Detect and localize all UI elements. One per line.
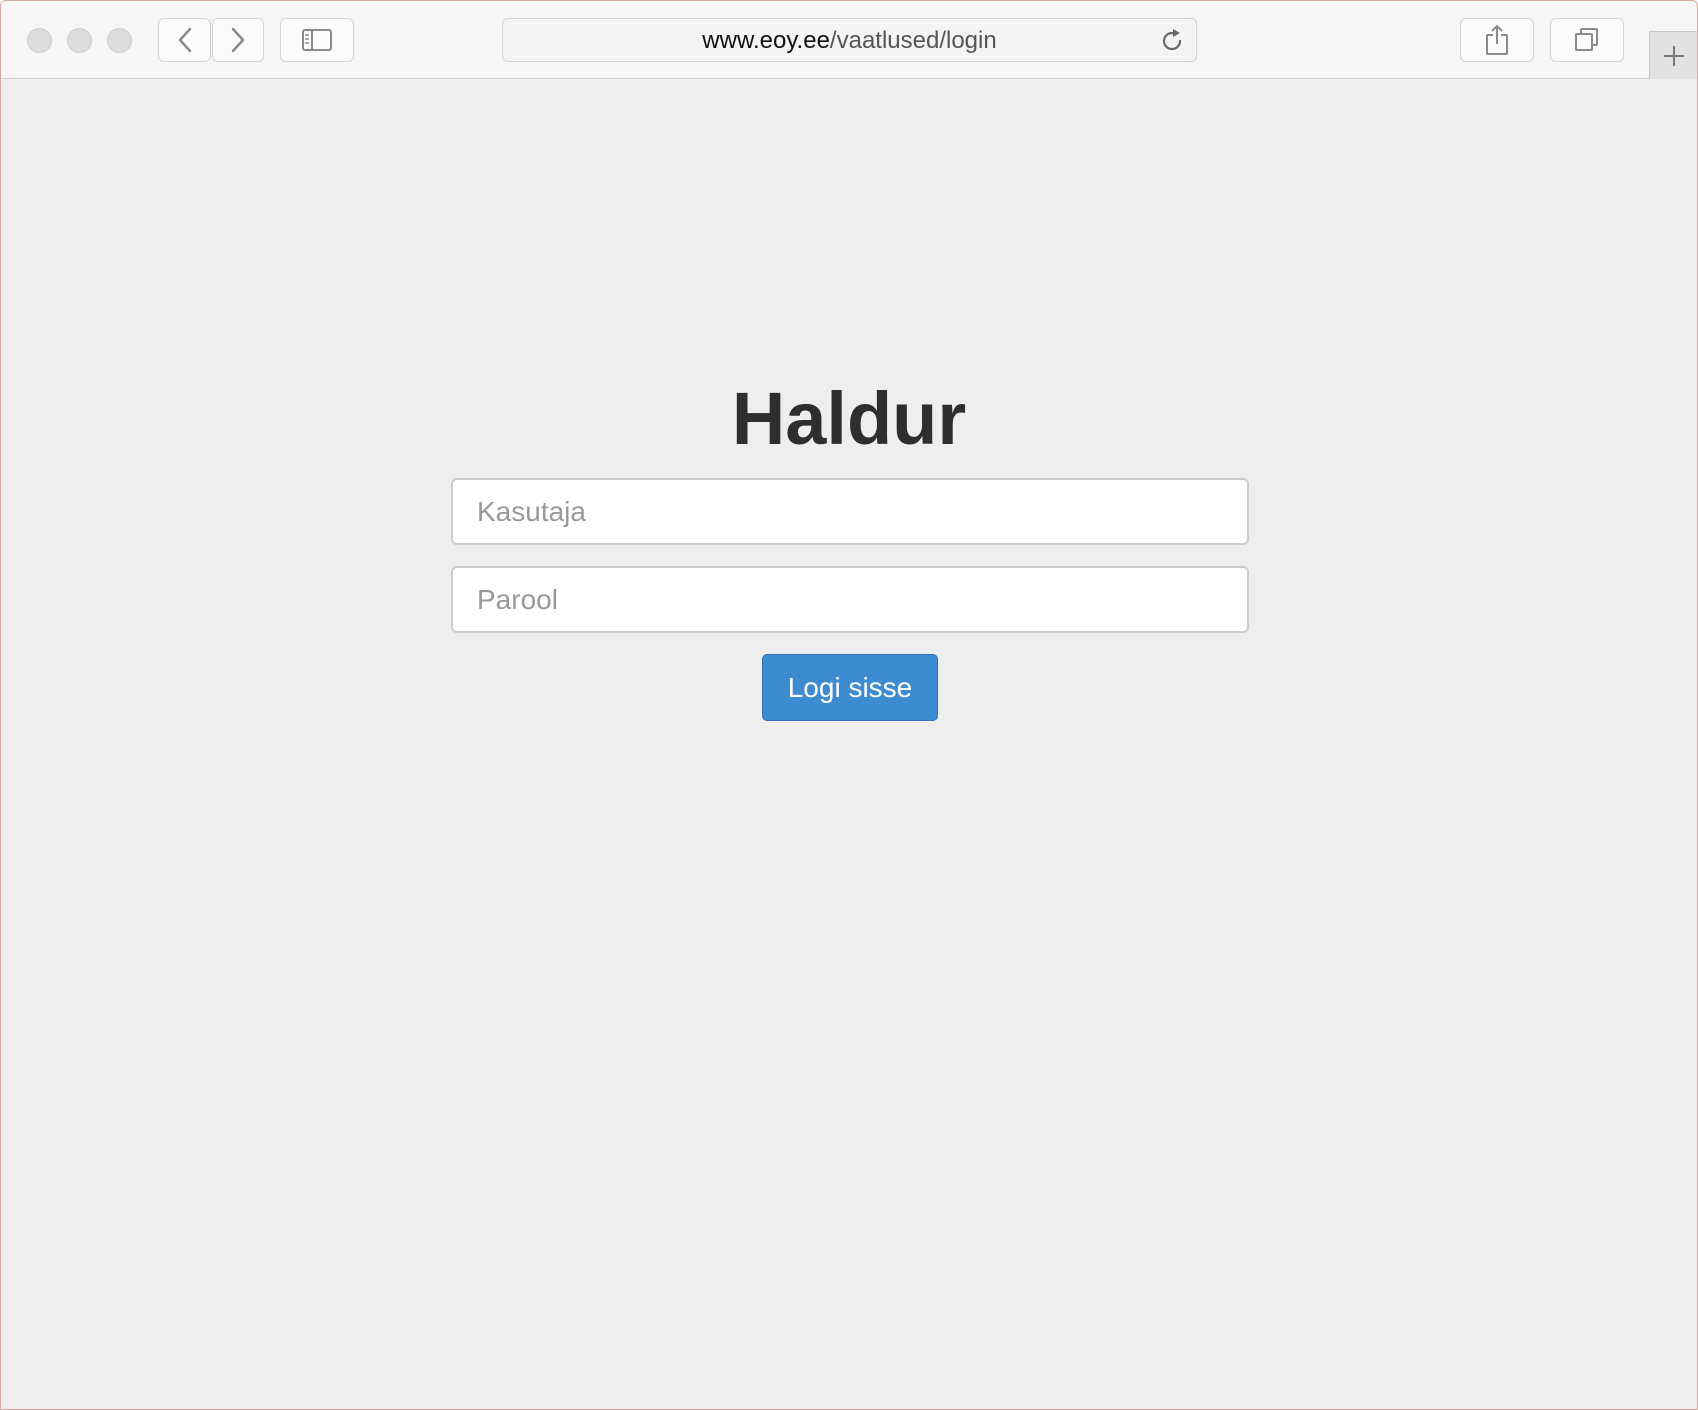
reload-icon[interactable] xyxy=(1158,27,1186,55)
url-domain: www.eoy.ee xyxy=(702,27,830,54)
url-text[interactable]: www.eoy.ee/vaatlused/login xyxy=(503,19,1196,63)
chevron-right-icon xyxy=(231,27,245,53)
share-button[interactable] xyxy=(1460,18,1534,62)
login-button[interactable]: Logi sisse xyxy=(762,654,938,721)
plus-icon xyxy=(1664,45,1684,66)
sidebar-icon xyxy=(302,29,332,51)
show-tabs-button[interactable] xyxy=(1550,18,1624,62)
username-field[interactable] xyxy=(451,478,1249,545)
zoom-window-button[interactable] xyxy=(107,28,132,53)
sidebar-toggle-button[interactable] xyxy=(280,18,354,62)
new-tab-button[interactable] xyxy=(1649,31,1697,79)
url-path: /vaatlused/login xyxy=(829,27,997,54)
minimize-window-button[interactable] xyxy=(67,28,92,53)
password-field[interactable] xyxy=(451,566,1249,633)
page-content: Haldur Logi sisse xyxy=(1,80,1697,1409)
browser-toolbar: www.eoy.ee/vaatlused/login xyxy=(1,1,1697,79)
forward-button[interactable] xyxy=(212,18,264,62)
tabs-icon xyxy=(1575,28,1598,51)
browser-window: www.eoy.ee/vaatlused/login Haldur Kasuta… xyxy=(0,0,1698,1410)
share-icon xyxy=(1486,24,1508,55)
back-button[interactable] xyxy=(158,18,211,62)
address-bar[interactable]: www.eoy.ee/vaatlused/login xyxy=(502,18,1197,62)
close-window-button[interactable] xyxy=(27,28,52,53)
chevron-left-icon xyxy=(178,27,191,53)
page-title: Haldur xyxy=(731,377,967,460)
